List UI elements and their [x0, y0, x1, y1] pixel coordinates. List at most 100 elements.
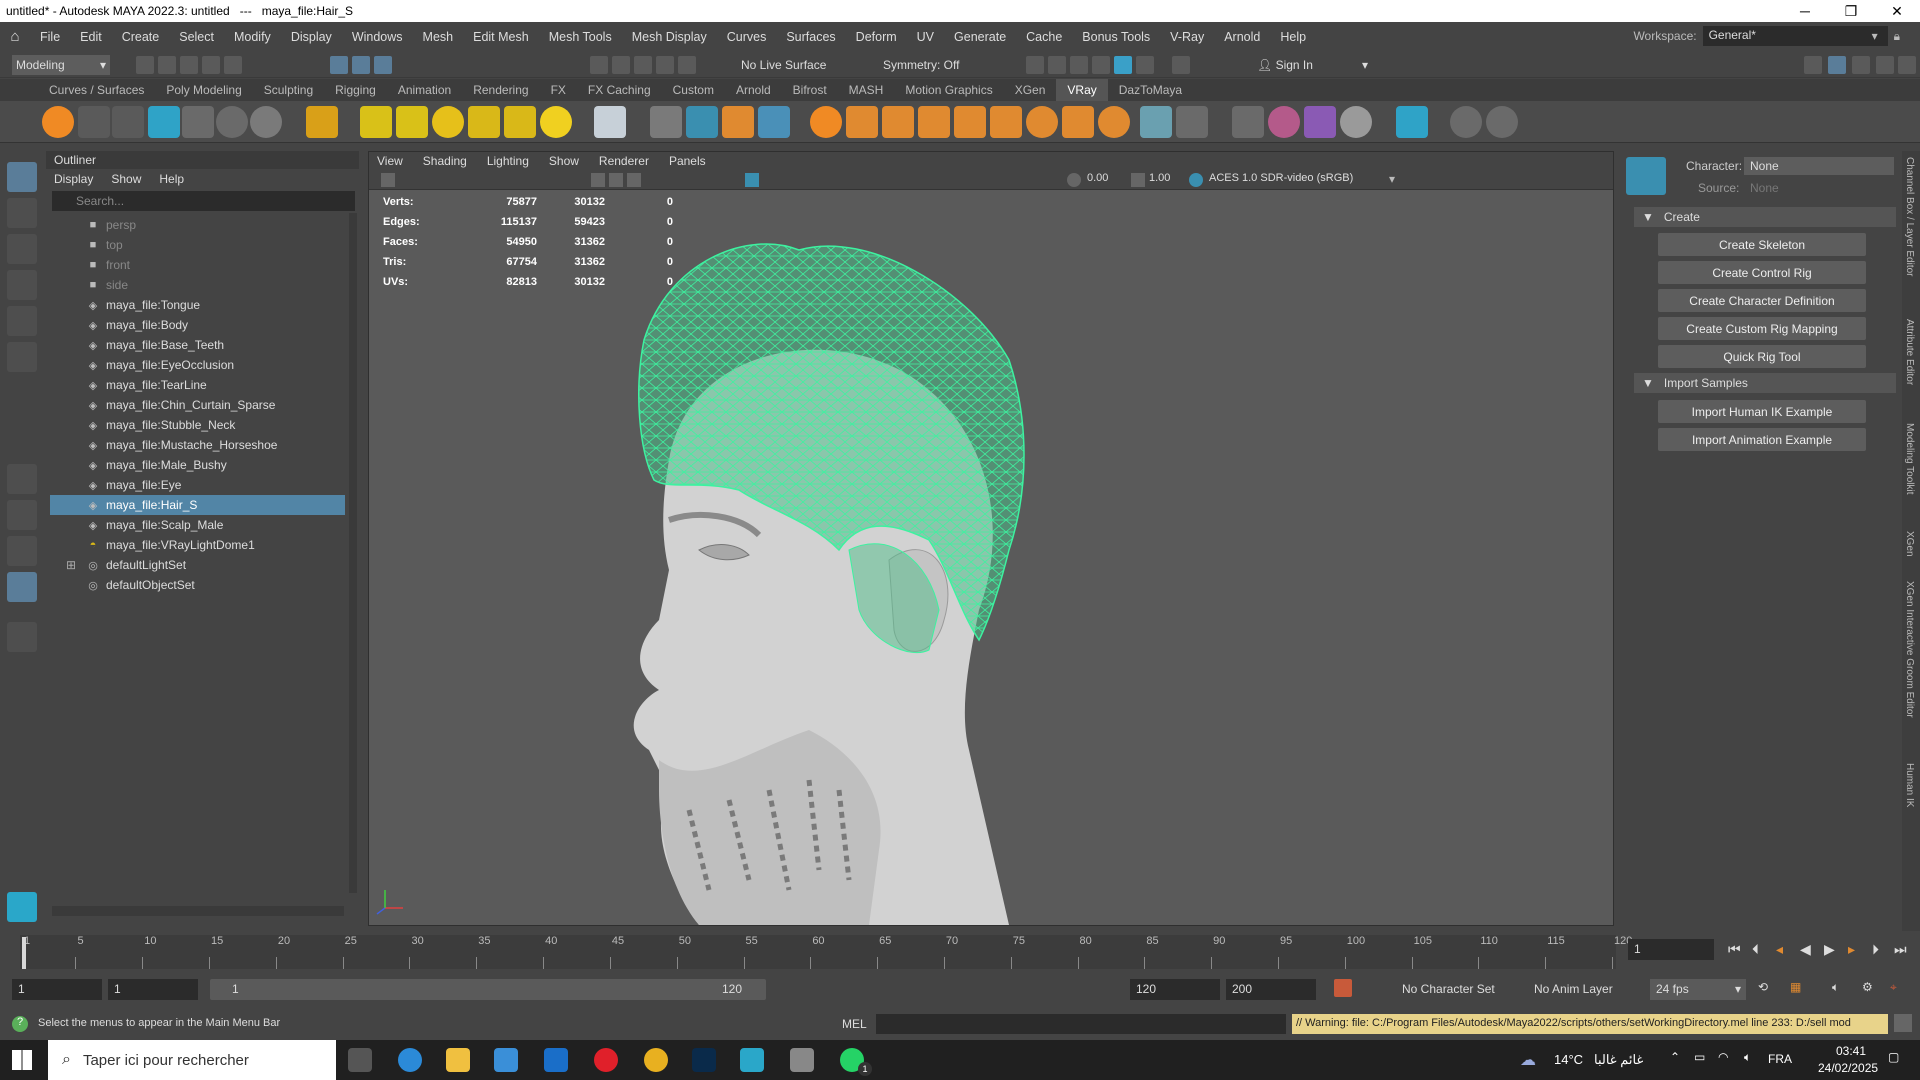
import-samples-section-header[interactable]: ▼ Import Samples [1634, 373, 1896, 393]
menu-surfaces[interactable]: Surfaces [776, 30, 845, 44]
vray-scene-icon[interactable] [758, 106, 790, 138]
shelf-tab-mash[interactable]: MASH [838, 79, 895, 101]
animation-start-field[interactable]: 1 [12, 979, 102, 1000]
tab-attribute-editor[interactable]: Attribute Editor [1904, 319, 1915, 385]
script-editor-icon[interactable] [1894, 1014, 1912, 1032]
outliner-search-input[interactable]: Search... [52, 191, 355, 211]
two-view-icon[interactable] [7, 536, 37, 566]
render-view-icon[interactable] [1114, 56, 1132, 74]
outliner-item[interactable]: ◎ defaultObjectSet [50, 575, 345, 595]
rotate-tool-icon[interactable] [7, 306, 37, 336]
gamma-icon[interactable] [1131, 173, 1145, 187]
microsoft-store-icon[interactable] [494, 1048, 518, 1072]
textured-icon[interactable] [627, 173, 641, 187]
menu-generate[interactable]: Generate [944, 30, 1016, 44]
vray-gear-icon[interactable] [1098, 106, 1130, 138]
vray-power-icon[interactable] [1450, 106, 1482, 138]
fps-dropdown[interactable]: 24 fps ▾ [1650, 979, 1746, 1000]
attribute-editor-icon[interactable] [1828, 56, 1846, 74]
go-to-end-icon[interactable]: ⏭ [1894, 941, 1907, 958]
minimize-button[interactable]: ─ [1782, 3, 1828, 19]
shelf-tab-bifrost[interactable]: Bifrost [782, 79, 838, 101]
wifi-icon[interactable]: ◠ [1718, 1050, 1728, 1064]
open-scene-icon[interactable] [158, 56, 176, 74]
current-frame-field[interactable]: 1 [1628, 939, 1714, 960]
outliner-item[interactable]: ◈ maya_file:Mustache_Horseshoe [50, 435, 345, 455]
channel-box-icon[interactable] [1876, 56, 1894, 74]
play-backward-icon[interactable]: ◀ [1800, 941, 1811, 958]
pause-viewport-icon[interactable] [1172, 56, 1190, 74]
menu-edit[interactable]: Edit [70, 30, 112, 44]
viewport-menu-panels[interactable]: Panels [669, 154, 706, 168]
outliner-item[interactable]: ⊞ ◎ defaultLightSet [50, 555, 345, 575]
vray-dome-icon[interactable] [216, 106, 248, 138]
task-view-icon[interactable] [348, 1048, 372, 1072]
single-view-icon[interactable] [7, 464, 37, 494]
select-by-hierarchy-icon[interactable] [330, 56, 348, 74]
step-forward-key-icon[interactable]: ⏵ [1872, 941, 1879, 958]
tray-chevron-icon[interactable]: ⌃ [1670, 1050, 1680, 1064]
viewport-menu-view[interactable]: View [377, 154, 403, 168]
menu-curves[interactable]: Curves [717, 30, 777, 44]
menu-vray[interactable]: V-Ray [1160, 30, 1214, 44]
tab-human-ik[interactable]: Human IK [1904, 763, 1915, 807]
time-slider-track[interactable]: 1 5 10 15 20 25 30 35 40 45 50 55 60 65 70 75 80 85 90 95 10… [20, 935, 1632, 969]
vray-fur-box-icon[interactable] [722, 106, 754, 138]
tab-xgen-groom-editor[interactable]: XGen Interactive Groom Editor [1904, 581, 1915, 718]
network-icon[interactable]: ▭ [1694, 1050, 1705, 1064]
tool-settings-icon[interactable] [1852, 56, 1870, 74]
shelf-tab-curves-surfaces[interactable]: Curves / Surfaces [38, 79, 155, 101]
vray-joint-icon[interactable] [148, 106, 180, 138]
snap-curve-icon[interactable] [612, 56, 630, 74]
shelf-tab-arnold[interactable]: Arnold [725, 79, 782, 101]
character-set-dropdown[interactable]: No Character Set [1402, 982, 1495, 996]
time-slider[interactable]: 1 5 10 15 20 25 30 35 40 45 50 55 60 65 70 75 80 85 90 95 10… [0, 935, 1920, 971]
go-to-start-icon[interactable]: ⏮ [1728, 941, 1741, 958]
menu-cache[interactable]: Cache [1016, 30, 1072, 44]
menu-file[interactable]: File [30, 30, 70, 44]
vray-volume-icon[interactable] [954, 106, 986, 138]
wireframe-icon[interactable] [591, 173, 605, 187]
menu-set-dropdown[interactable]: Modeling ▾ [12, 55, 110, 75]
scale-tool-icon[interactable] [7, 342, 37, 372]
menu-create[interactable]: Create [112, 30, 170, 44]
vray-mesh-light-icon[interactable] [468, 106, 500, 138]
viewport-panel[interactable]: View Shading Lighting Show Renderer Pane… [368, 151, 1614, 926]
step-back-key-icon[interactable]: ⏴ [1752, 941, 1759, 958]
ipr-render-icon[interactable] [1048, 56, 1066, 74]
gamma-field[interactable]: 1.00 [1149, 172, 1185, 184]
exposure-field[interactable]: 0.00 [1087, 172, 1123, 184]
symmetry-dropdown[interactable]: Symmetry: Off [880, 55, 980, 75]
render-current-frame-icon[interactable] [1026, 56, 1044, 74]
menu-windows[interactable]: Windows [342, 30, 413, 44]
menu-arnold[interactable]: Arnold [1214, 30, 1270, 44]
animation-preferences-icon[interactable]: ⚙ [1862, 980, 1873, 994]
maximize-button[interactable]: ❐ [1828, 3, 1874, 20]
vray-ies-light-icon[interactable] [504, 106, 536, 138]
outliner-item[interactable]: ◈ maya_file:EyeOcclusion [50, 355, 345, 375]
menu-bonus-tools[interactable]: Bonus Tools [1072, 30, 1160, 44]
snap-view-plane-icon[interactable] [656, 56, 674, 74]
maya-taskbar-icon[interactable] [740, 1048, 764, 1072]
vray-material-icon[interactable] [306, 106, 338, 138]
weather-icon[interactable]: ☁ [1520, 1050, 1536, 1070]
shelf-tab-rigging[interactable]: Rigging [324, 79, 387, 101]
hypershade-icon[interactable] [1092, 56, 1110, 74]
vray-palette-icon[interactable] [1304, 106, 1336, 138]
move-tool-icon[interactable] [7, 270, 37, 300]
select-by-object-icon[interactable] [352, 56, 370, 74]
menu-edit-mesh[interactable]: Edit Mesh [463, 30, 539, 44]
color-space-dropdown[interactable]: ACES 1.0 SDR-video (sRGB) [1209, 172, 1399, 184]
vray-proxy-icon[interactable] [650, 106, 682, 138]
render-settings-icon[interactable] [1070, 56, 1088, 74]
vray-logo-icon[interactable] [1486, 106, 1518, 138]
create-section-header[interactable]: ▼ Create [1634, 207, 1896, 227]
outliner-menu-help[interactable]: Help [159, 172, 184, 186]
vray-grid-icon[interactable] [918, 106, 950, 138]
viewport-menu-renderer[interactable]: Renderer [599, 154, 649, 168]
vray-head-icon[interactable] [112, 106, 144, 138]
save-scene-icon[interactable] [180, 56, 198, 74]
outliner-item[interactable]: ■ top [50, 235, 345, 255]
outliner-item[interactable]: ◈ maya_file:TearLine [50, 375, 345, 395]
character-dropdown[interactable]: None [1744, 157, 1894, 175]
